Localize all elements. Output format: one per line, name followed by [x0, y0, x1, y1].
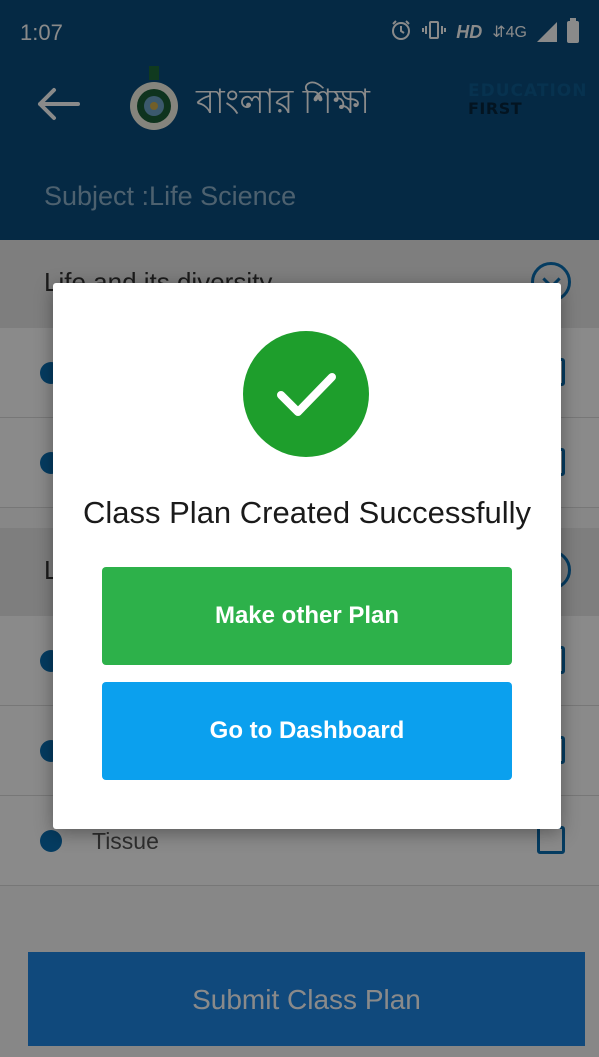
- check-circle-icon: [243, 331, 369, 457]
- dialog-message: Class Plan Created Successfully: [83, 495, 531, 530]
- success-dialog: Class Plan Created Successfully Make oth…: [53, 283, 561, 829]
- make-other-plan-button[interactable]: Make other Plan: [102, 567, 512, 665]
- go-to-dashboard-button[interactable]: Go to Dashboard: [102, 682, 512, 780]
- screen: 1:07 HD ⇵4G বাংলার শিক্ষা EDUCATION FIRS…: [0, 0, 599, 1057]
